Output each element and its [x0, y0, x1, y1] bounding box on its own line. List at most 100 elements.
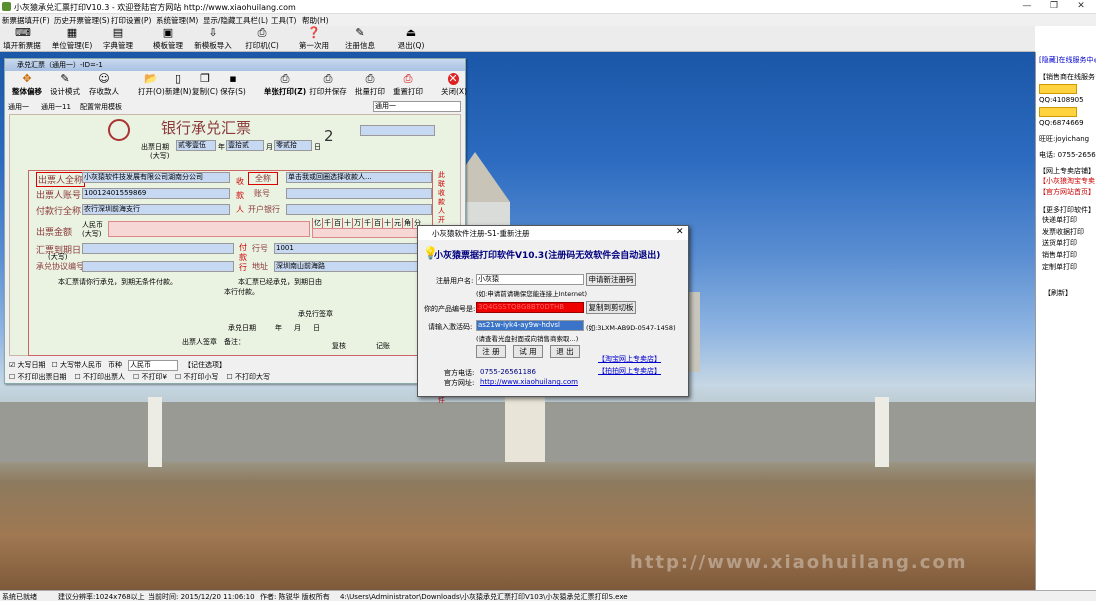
remember-options-button[interactable]: 【记住选项】 — [184, 360, 226, 371]
tab-general-1[interactable]: 通用一 — [8, 102, 29, 112]
company-manage-button[interactable]: ▦ 单位管理(E) — [50, 27, 94, 51]
help-icon: ❓ — [307, 26, 321, 39]
options-row-2: ☐ 不打印出票日期 ☐ 不打印出票人 ☐ 不打印¥ ☐ 不打印小写 ☐ 不打印大… — [9, 372, 270, 382]
close-button[interactable]: ✕ — [1069, 1, 1093, 13]
issue-day-field[interactable]: 零贰拾 — [274, 140, 312, 151]
username-input[interactable]: 小灰猿 — [476, 274, 584, 285]
acceptance-request-text: 本汇票请你行承兑，到期无条件付款。 — [58, 278, 177, 286]
currency-select[interactable]: 人民币 — [128, 360, 179, 371]
acceptance-date-units: 年月日 — [275, 324, 332, 332]
copy-icon: ❐ — [200, 72, 210, 85]
reset-print-button[interactable]: ⎙ 重置打印 — [390, 73, 426, 97]
save-icon: ▪ — [229, 72, 237, 85]
save-payee-button[interactable]: ☺ 存收款人 — [87, 73, 121, 97]
no-print-yen-checkbox[interactable]: ☐ 不打印¥ — [133, 372, 167, 382]
uppercase-rmb-checkbox[interactable]: ☐ 大写带人民币 — [52, 360, 103, 371]
copy-number: 2 — [324, 127, 334, 145]
copy-button[interactable]: ❐ 复制(C) — [192, 73, 218, 97]
due-date-field[interactable] — [82, 243, 234, 254]
template-manage-button[interactable]: ▣ 模板管理 — [150, 27, 186, 51]
no-print-drawer-checkbox[interactable]: ☐ 不打印出票人 — [75, 372, 126, 382]
dialog-titlebar: 小灰猿软件注册-S1-重新注册 ✕ — [418, 226, 688, 240]
first-use-button[interactable]: ❓ 第一次用 — [297, 27, 331, 51]
offset-button[interactable]: ✥ 整体偏移 — [7, 73, 47, 97]
no-print-date-checkbox[interactable]: ☐ 不打印出票日期 — [9, 372, 67, 382]
single-print-button[interactable]: ⎙ 单张打印(Z) — [263, 73, 307, 97]
qq-number-1: QQ:4108905 — [1039, 96, 1084, 104]
minimize-button[interactable]: — — [1015, 1, 1039, 13]
template-import-button[interactable]: ⇩ 新模板导入 — [194, 27, 232, 51]
register-info-button[interactable]: ✎ 注册信息 — [344, 27, 376, 51]
activation-code-input[interactable]: as21w-iyk4-ay9w-hdvsl — [476, 320, 584, 331]
exit-button[interactable]: ⏏ 退出(Q) — [396, 27, 426, 51]
new-button[interactable]: ▯ 新建(N) — [165, 73, 191, 97]
tab-config-templates[interactable]: 配置常用模板 — [80, 102, 122, 112]
printer-button[interactable]: ⎙ 打印机(C) — [244, 27, 280, 51]
payee-name-field[interactable]: 单击我或回圈选择收款人... — [286, 172, 432, 183]
batch-print-button[interactable]: ⎙ 批量打印 — [353, 73, 387, 97]
amount-words-field[interactable] — [108, 221, 310, 237]
drawer-name-field[interactable]: 小灰猿软件技发展有限公司湖南分公司 — [82, 172, 230, 183]
menu-system[interactable]: 系统管理(M) — [156, 15, 198, 26]
dictionary-button[interactable]: ▤ 字典管理 — [101, 27, 135, 51]
dialog-close-icon[interactable]: ✕ — [676, 227, 684, 237]
taobao-shop-side-link[interactable]: 【小灰狼淘宝专卖 — [1039, 176, 1095, 186]
close-bill-button[interactable]: ✕ 关闭(X) — [441, 72, 467, 97]
new-bill-button[interactable]: ⌨ 填开新票据 — [3, 27, 41, 51]
bill-number-field[interactable] — [360, 125, 435, 136]
digit-col: 百 — [332, 218, 341, 228]
custom-print-link[interactable]: 定制单打印 — [1042, 262, 1077, 272]
site-link[interactable]: http://www.xiaohuilang.com — [480, 378, 578, 386]
issue-year-field[interactable]: 贰零壹伍 — [176, 140, 216, 151]
apply-code-button[interactable]: 申请新注册码 — [586, 273, 636, 286]
qq-chat-button-2[interactable] — [1039, 107, 1077, 117]
template-select[interactable]: 通用一 — [373, 101, 461, 112]
agreement-field[interactable] — [82, 261, 234, 272]
payee-account-field[interactable] — [286, 188, 432, 199]
official-home-link[interactable]: 【官方网站首页】 — [1039, 187, 1095, 197]
activation-code-hint: (请查看光盘封面或向销售商索取...) — [476, 335, 579, 343]
close-icon: ✕ — [447, 72, 459, 85]
menu-toolbar-toggle[interactable]: 显示/隐藏工具栏(L) — [203, 15, 268, 26]
import-icon: ⇩ — [208, 26, 218, 39]
amount-digits-field[interactable] — [312, 228, 432, 238]
maximize-button[interactable]: ❐ — [1042, 1, 1066, 13]
sales-print-link[interactable]: 销售单打印 — [1042, 250, 1077, 260]
trial-button[interactable]: 试 用 — [513, 345, 543, 358]
phone-label: 官方电话: — [444, 369, 475, 377]
online-shops-heading: 【网上专卖店铺】 — [1039, 167, 1095, 175]
menu-print-settings[interactable]: 打印设置(P) — [111, 15, 151, 26]
uppercase-date-checkbox[interactable]: ☑ 大写日期 — [9, 360, 46, 371]
no-print-upper-checkbox[interactable]: ☐ 不打印大写 — [227, 372, 271, 382]
payee-bank-field[interactable] — [286, 204, 432, 215]
drawer-name-label: 出票人全称 — [36, 172, 86, 187]
refresh-button[interactable]: 【刷新】 — [1044, 288, 1072, 298]
register-button[interactable]: 注 册 — [476, 345, 506, 358]
menu-history[interactable]: 历史开票管理(S) — [54, 15, 110, 26]
delivery-print-link[interactable]: 送货单打印 — [1042, 238, 1077, 248]
bank-no-field[interactable]: 1001 — [274, 243, 432, 254]
tab-general-11[interactable]: 通用一11 — [41, 102, 71, 112]
issue-month-field[interactable]: 壹拾贰 — [226, 140, 264, 151]
paipai-shop-link[interactable]: 【拍拍网上专卖店】 — [598, 366, 661, 376]
menu-tools[interactable]: 工具(T) — [271, 15, 296, 26]
design-mode-button[interactable]: ✎ 设计模式 — [49, 73, 81, 97]
hide-panel-link[interactable]: [隐藏]在线服务中心 — [1039, 55, 1096, 65]
bank-address-field[interactable]: 深圳南山前海路 — [274, 261, 432, 272]
menu-new-bill[interactable]: 新票据填开(F) — [2, 15, 50, 26]
invoice-print-link[interactable]: 发票收据打印 — [1042, 227, 1084, 237]
drawer-account-field[interactable]: 10012401559869 — [82, 188, 230, 199]
print-save-button[interactable]: ⎙ 打印并保存 — [309, 73, 347, 97]
copy-clipboard-button[interactable]: 复制到剪切板 — [586, 301, 636, 314]
save-button[interactable]: ▪ 保存(S) — [219, 73, 247, 97]
keyboard-icon: ⌨ — [15, 26, 31, 39]
pay-bank-field[interactable]: 农行深圳前海支行 — [82, 204, 230, 215]
menu-help[interactable]: 帮助(H) — [302, 15, 329, 26]
open-button[interactable]: 📂 打开(O) — [138, 73, 165, 97]
qq-chat-button-1[interactable] — [1039, 84, 1077, 94]
express-print-link[interactable]: 快递单打印 — [1042, 215, 1077, 225]
payee-bank-label: 开户银行 — [248, 205, 280, 214]
no-print-lower-checkbox[interactable]: ☐ 不打印小写 — [175, 372, 219, 382]
dialog-exit-button[interactable]: 退 出 — [550, 345, 580, 358]
taobao-shop-link[interactable]: 【淘宝网上专卖店】 — [598, 354, 661, 364]
